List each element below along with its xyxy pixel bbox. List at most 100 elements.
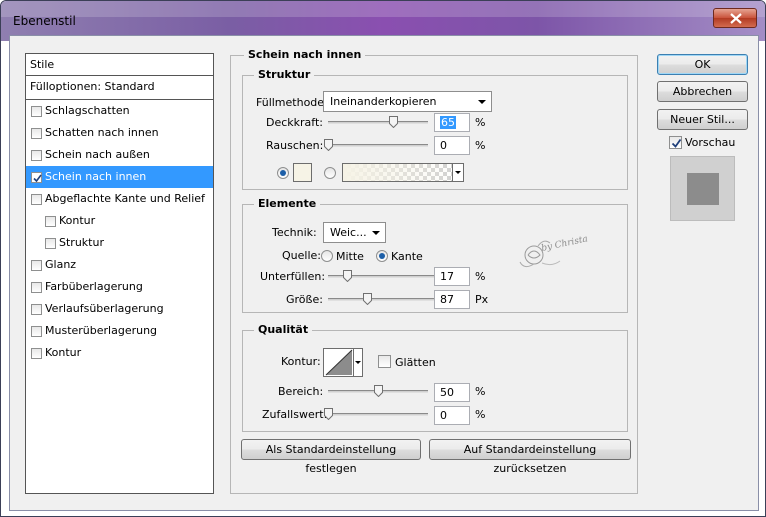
deckkraft-slider-thumb[interactable] bbox=[389, 116, 398, 129]
style-item-checkbox[interactable] bbox=[31, 128, 42, 139]
deckkraft-slider-track[interactable] bbox=[328, 121, 428, 124]
gradient-picker[interactable] bbox=[342, 163, 464, 182]
preview-square bbox=[687, 173, 719, 205]
style-item[interactable]: Farbüberlagerung bbox=[26, 276, 213, 298]
style-item[interactable]: Schein nach außen bbox=[26, 144, 213, 166]
styles-header[interactable]: Stile bbox=[26, 54, 213, 76]
deckkraft-input[interactable]: 65 bbox=[434, 113, 470, 132]
technik-label: Technik: bbox=[272, 226, 317, 239]
gradient-dropdown-button[interactable] bbox=[452, 164, 463, 181]
preview-checkbox[interactable] bbox=[669, 136, 682, 149]
checkmark-icon bbox=[33, 174, 42, 183]
rauschen-slider-thumb[interactable] bbox=[324, 139, 333, 152]
style-item[interactable]: Schein nach innen bbox=[26, 166, 213, 188]
style-item-label: Glanz bbox=[45, 258, 77, 271]
style-item-label: Schlagschatten bbox=[45, 104, 130, 117]
style-item-label: Kontur bbox=[45, 346, 82, 359]
zufallswert-slider-thumb[interactable] bbox=[324, 408, 333, 421]
groesse-unit: Px bbox=[475, 293, 489, 306]
close-button[interactable] bbox=[713, 8, 757, 28]
chevron-down-icon bbox=[478, 100, 486, 104]
rauschen-slider-track[interactable] bbox=[328, 144, 428, 147]
struktur-title: Struktur bbox=[254, 68, 315, 81]
style-item-checkbox[interactable] bbox=[31, 194, 42, 205]
style-item-checkbox[interactable] bbox=[31, 326, 42, 337]
fuellmethode-dropdown[interactable]: Ineinanderkopieren bbox=[323, 91, 492, 112]
rauschen-input[interactable]: 0 bbox=[434, 136, 470, 155]
inner-glow-title: Schein nach innen bbox=[244, 48, 366, 61]
unterfuellen-input[interactable]: 17 bbox=[434, 267, 470, 286]
style-item-checkbox[interactable] bbox=[31, 304, 42, 315]
style-item-checkbox[interactable] bbox=[31, 150, 42, 161]
quelle-kante-radio[interactable] bbox=[376, 250, 388, 262]
styles-items: Schlagschatten Schatten nach innen Schein … bbox=[26, 100, 213, 364]
style-item[interactable]: Schlagschatten bbox=[26, 100, 213, 122]
style-item-label: Musterüberlagerung bbox=[45, 324, 158, 337]
groesse-slider-track[interactable] bbox=[328, 298, 438, 301]
style-item-checkbox[interactable] bbox=[31, 172, 42, 183]
groesse-input[interactable]: 87 bbox=[434, 290, 470, 309]
style-item-checkbox[interactable] bbox=[45, 238, 56, 249]
style-item[interactable]: Musterüberlagerung bbox=[26, 320, 213, 342]
zufallswert-label: Zufallswert: bbox=[262, 408, 328, 421]
style-item-label: Schein nach außen bbox=[45, 148, 150, 161]
fuellmethode-label: Füllmethode: bbox=[256, 96, 328, 109]
contour-picker[interactable] bbox=[323, 348, 363, 377]
technik-dropdown[interactable]: Weic... bbox=[323, 222, 386, 243]
linear-contour-icon bbox=[325, 349, 353, 376]
kontur-label: Kontur: bbox=[281, 355, 321, 368]
style-item-label: Verlaufsüberlagerung bbox=[45, 302, 164, 315]
deckkraft-label: Deckkraft: bbox=[266, 116, 323, 129]
bereich-input[interactable]: 50 bbox=[434, 383, 470, 402]
style-item-checkbox[interactable] bbox=[31, 348, 42, 359]
cancel-button[interactable]: Abbrechen bbox=[657, 81, 748, 102]
checkmark-icon bbox=[671, 138, 682, 148]
style-item[interactable]: Struktur bbox=[26, 232, 213, 254]
bereich-slider-thumb[interactable] bbox=[374, 385, 383, 398]
dialog-body: Stile Fülloptionen: Standard Schlagschat… bbox=[9, 35, 759, 511]
rose-watermark-icon: by Christa bbox=[519, 234, 589, 268]
new-style-button[interactable]: Neuer Stil... bbox=[657, 109, 748, 130]
style-item[interactable]: Kontur bbox=[26, 342, 213, 364]
quelle-mitte-label: Mitte bbox=[336, 250, 364, 263]
zufallswert-unit: % bbox=[475, 408, 486, 421]
rauschen-value: 0 bbox=[440, 139, 447, 152]
solid-color-radio[interactable] bbox=[277, 167, 289, 179]
style-item[interactable]: Schatten nach innen bbox=[26, 122, 213, 144]
glow-color-swatch[interactable] bbox=[293, 163, 312, 182]
unterfuellen-slider-thumb[interactable] bbox=[342, 270, 352, 283]
rauschen-label: Rauschen: bbox=[266, 139, 324, 152]
bereich-unit: % bbox=[475, 385, 486, 398]
gradient-radio[interactable] bbox=[324, 167, 336, 179]
style-item-checkbox[interactable] bbox=[31, 260, 42, 271]
contour-dropdown-button[interactable] bbox=[353, 349, 362, 376]
glaetten-checkbox[interactable] bbox=[378, 355, 391, 368]
layer-style-dialog: Ebenenstil Stile Fülloptionen: Standard … bbox=[0, 0, 766, 517]
technik-value: Weic... bbox=[330, 226, 367, 239]
zufallswert-input[interactable]: 0 bbox=[434, 406, 470, 425]
style-item-checkbox[interactable] bbox=[31, 282, 42, 293]
set-default-button[interactable]: Als Standardeinstellung festlegen bbox=[241, 439, 421, 475]
chevron-down-icon bbox=[455, 171, 461, 174]
groesse-slider-thumb[interactable] bbox=[362, 293, 372, 306]
style-item-label: Kontur bbox=[59, 214, 96, 227]
deckkraft-value: 65 bbox=[440, 116, 456, 129]
ok-button[interactable]: OK bbox=[657, 54, 748, 75]
zufallswert-slider-track[interactable] bbox=[328, 413, 428, 416]
style-item[interactable]: Abgeflachte Kante und Relief bbox=[26, 188, 213, 210]
groesse-label: Größe: bbox=[286, 293, 323, 306]
unterfuellen-label: Unterfüllen: bbox=[260, 270, 326, 283]
style-item[interactable]: Glanz bbox=[26, 254, 213, 276]
style-item-label: Schatten nach innen bbox=[45, 126, 159, 139]
style-item-checkbox[interactable] bbox=[31, 106, 42, 117]
style-item-label: Struktur bbox=[59, 236, 104, 249]
style-item-checkbox[interactable] bbox=[45, 216, 56, 227]
blending-options[interactable]: Fülloptionen: Standard bbox=[26, 76, 213, 100]
style-item[interactable]: Kontur bbox=[26, 210, 213, 232]
style-item[interactable]: Verlaufsüberlagerung bbox=[26, 298, 213, 320]
close-icon bbox=[730, 13, 742, 24]
style-item-label: Abgeflachte Kante und Relief bbox=[45, 192, 205, 205]
quelle-mitte-radio[interactable] bbox=[321, 250, 333, 262]
reset-default-button[interactable]: Auf Standardeinstellung zurücksetzen bbox=[429, 439, 631, 475]
styles-list: Stile Fülloptionen: Standard Schlagschat… bbox=[25, 53, 214, 494]
